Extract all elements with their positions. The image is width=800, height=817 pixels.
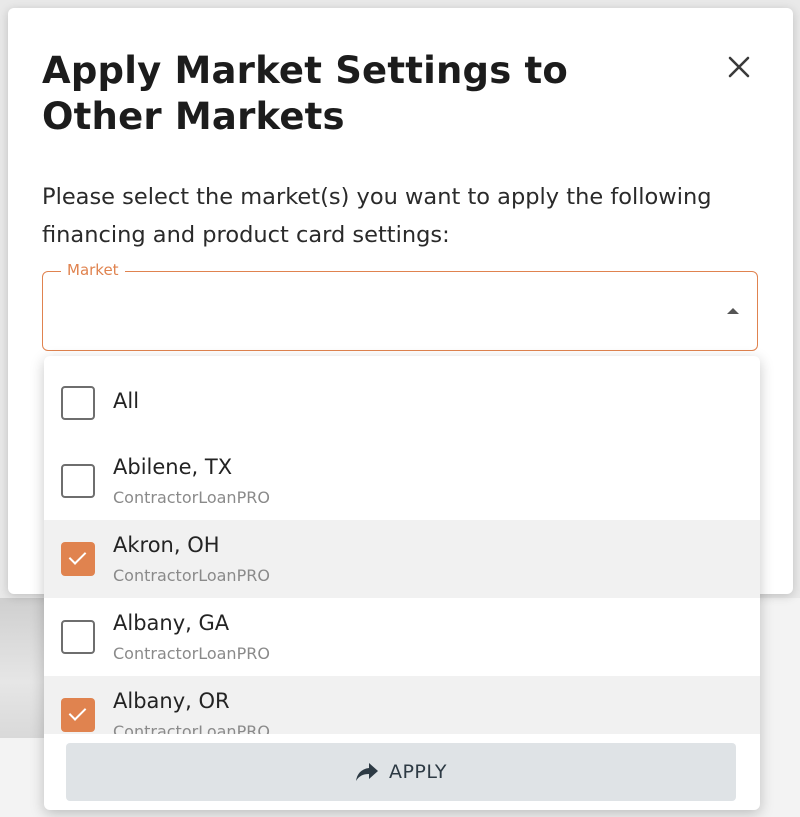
option-provider: ContractorLoanPRO [113,488,270,507]
caret-up-icon [727,308,739,314]
background-image [0,598,44,738]
checkbox[interactable] [61,464,95,498]
market-select[interactable]: Market [42,261,758,351]
option-name: Albany, GA [113,611,230,635]
option-provider: ContractorLoanPRO [113,644,270,663]
market-dropdown-menu: All Abilene, TX ContractorLoanPRO Akron,… [44,356,760,810]
option-name: Akron, OH [113,533,220,557]
option-provider: ContractorLoanPRO [113,566,270,585]
checkbox[interactable] [61,620,95,654]
checkbox-checked[interactable] [61,698,95,732]
close-button[interactable] [720,48,758,86]
apply-button[interactable]: APPLY [66,743,736,801]
modal-title: Apply Market Settings to Other Markets [42,49,569,138]
share-arrow-icon [355,763,378,781]
checkbox[interactable] [61,386,95,420]
option-provider: ContractorLoanPRO [113,722,270,734]
market-field-label: Market [61,261,125,279]
close-icon [728,56,750,78]
market-option-all[interactable]: All [44,356,760,434]
market-options-list[interactable]: All Abilene, TX ContractorLoanPRO Akron,… [44,356,760,734]
checkbox-checked[interactable] [61,542,95,576]
apply-button-label: APPLY [388,761,448,783]
option-name: Abilene, TX [113,455,233,479]
market-option[interactable]: Albany, GA ContractorLoanPRO [44,598,760,676]
market-option[interactable]: Akron, OH ContractorLoanPRO [44,520,760,598]
market-option[interactable]: Albany, OR ContractorLoanPRO [44,676,760,734]
option-name: Albany, OR [113,689,230,713]
modal-description: Please select the market(s) you want to … [42,184,712,248]
market-option[interactable]: Abilene, TX ContractorLoanPRO [44,442,760,520]
option-name: All [113,389,140,413]
